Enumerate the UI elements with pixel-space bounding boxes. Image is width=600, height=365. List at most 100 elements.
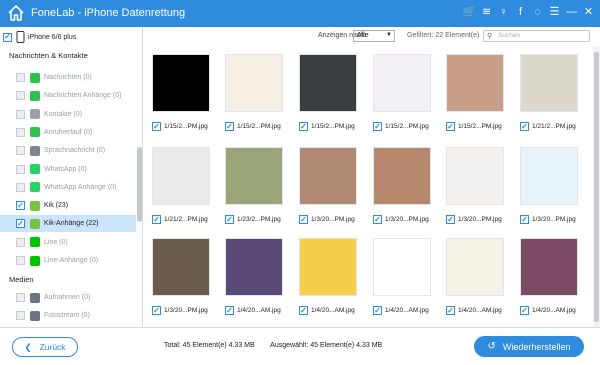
- file-checkbox[interactable]: ✓: [373, 215, 382, 224]
- file-checkbox[interactable]: ✓: [225, 306, 234, 315]
- menu-icon[interactable]: ☰: [549, 5, 560, 20]
- sidebar-item-checkbox[interactable]: [16, 164, 25, 174]
- file-thumbnail[interactable]: [373, 147, 431, 205]
- file-checkbox[interactable]: ✓: [152, 306, 161, 315]
- file-checkbox[interactable]: ✓: [299, 306, 308, 315]
- file-tile[interactable]: ✓ 1/4/20...AM.jpg: [295, 234, 357, 315]
- sidebar-item[interactable]: Sprachnachricht (0): [0, 142, 136, 159]
- sidebar-item[interactable]: Line-Anhänge (0): [0, 252, 136, 269]
- sidebar-item-checkbox[interactable]: ✓: [16, 201, 25, 211]
- file-tile[interactable]: ✓ 1/4/20...AM.jpg: [442, 234, 504, 315]
- sidebar-scrollbar[interactable]: [137, 147, 142, 222]
- file-thumbnail[interactable]: [520, 147, 578, 205]
- file-thumbnail[interactable]: [152, 147, 210, 205]
- restore-button[interactable]: ↺ Wiederherstellen: [474, 336, 584, 357]
- sidebar-item-checkbox[interactable]: [16, 311, 25, 320]
- file-tile[interactable]: ✓ 1/4/20...AM.jpg: [221, 234, 283, 315]
- sidebar-item-checkbox[interactable]: [16, 146, 25, 156]
- file-thumbnail[interactable]: [373, 54, 431, 112]
- file-checkbox[interactable]: ✓: [446, 122, 455, 131]
- file-thumbnail[interactable]: [373, 238, 431, 296]
- chevron-down-icon: ▼: [386, 32, 392, 38]
- file-thumbnail[interactable]: [520, 238, 578, 296]
- sidebar-item[interactable]: Nachrichten Anhänge (0): [0, 87, 136, 104]
- file-tile[interactable]: ✓ 1/15/2...PM.jpg: [295, 50, 357, 131]
- grid-scrollbar[interactable]: [593, 46, 600, 327]
- file-tile[interactable]: ✓ 1/21/2...PM.jpg: [516, 50, 578, 131]
- file-tile[interactable]: ✓ 1/3/20...PM.jpg: [442, 143, 504, 224]
- file-checkbox[interactable]: ✓: [520, 122, 529, 131]
- sidebar-item-checkbox[interactable]: [16, 127, 25, 137]
- file-thumbnail[interactable]: [225, 54, 283, 112]
- key-icon[interactable]: ♀: [498, 5, 509, 20]
- file-checkbox[interactable]: ✓: [373, 306, 382, 315]
- sidebar-item-checkbox[interactable]: ✓: [16, 219, 25, 229]
- device-checkbox[interactable]: ✓: [3, 32, 12, 42]
- file-checkbox[interactable]: ✓: [152, 215, 161, 224]
- sidebar-item[interactable]: Line (0): [0, 234, 136, 251]
- file-tile[interactable]: ✓ 1/3/20...PM.jpg: [369, 143, 431, 224]
- close-icon[interactable]: ✕: [583, 5, 594, 20]
- file-checkbox[interactable]: ✓: [446, 306, 455, 315]
- file-thumbnail[interactable]: [446, 54, 504, 112]
- sidebar-item-checkbox[interactable]: [16, 182, 25, 192]
- grid-scrollbar-thumb[interactable]: [594, 52, 599, 322]
- sidebar-item[interactable]: Aufnahmen (0): [0, 289, 136, 306]
- file-checkbox[interactable]: ✓: [373, 122, 382, 131]
- sidebar-item[interactable]: Anrufverlauf (0): [0, 124, 136, 141]
- file-checkbox[interactable]: ✓: [520, 215, 529, 224]
- wifi-icon[interactable]: ≋: [481, 5, 492, 20]
- sidebar-item[interactable]: WhatsApp (0): [0, 161, 136, 178]
- sidebar-item-checkbox[interactable]: [16, 237, 25, 247]
- sidebar-item-checkbox[interactable]: [16, 293, 25, 302]
- device-row[interactable]: ✓ iPhone 6/6 plus: [3, 29, 76, 45]
- file-thumbnail[interactable]: [299, 54, 357, 112]
- minimize-icon[interactable]: —: [566, 5, 577, 20]
- sidebar-item[interactable]: WhatsApp Anhänge (0): [0, 179, 136, 196]
- file-thumbnail[interactable]: [225, 147, 283, 205]
- file-tile[interactable]: ✓ 1/23/2...PM.jpg: [221, 143, 283, 224]
- file-thumbnail[interactable]: [446, 238, 504, 296]
- file-thumbnail[interactable]: [152, 54, 210, 112]
- file-thumbnail[interactable]: [225, 238, 283, 296]
- sidebar-item[interactable]: Kontakte (0): [0, 106, 136, 123]
- file-checkbox[interactable]: ✓: [299, 122, 308, 131]
- file-checkbox[interactable]: ✓: [446, 215, 455, 224]
- show-by-select[interactable]: Alle ▼: [353, 30, 395, 42]
- cart-icon[interactable]: 🛒: [463, 5, 477, 20]
- facebook-icon[interactable]: f: [515, 5, 526, 20]
- file-tile[interactable]: ✓ 1/15/2...PM.jpg: [369, 50, 431, 131]
- file-thumbnail[interactable]: [152, 238, 210, 296]
- sidebar-item[interactable]: ✓ Kik-Anhänge (22): [0, 215, 136, 233]
- home-icon[interactable]: [7, 4, 25, 22]
- sidebar-item[interactable]: Nachrichten (0): [0, 69, 136, 86]
- sidebar-item-checkbox[interactable]: [16, 73, 25, 82]
- back-button[interactable]: ❮ Zurück: [12, 337, 78, 357]
- file-thumbnail[interactable]: [299, 147, 357, 205]
- file-tile[interactable]: ✓ 1/15/2...PM.jpg: [221, 50, 283, 131]
- file-tile[interactable]: ✓ 1/15/2...PM.jpg: [442, 50, 504, 131]
- file-tile[interactable]: ✓ 1/3/20...PM.jpg: [148, 234, 210, 315]
- file-thumbnail[interactable]: [299, 238, 357, 296]
- file-checkbox[interactable]: ✓: [152, 122, 161, 131]
- file-tile[interactable]: ✓ 1/3/20...PM.jpg: [295, 143, 357, 224]
- file-tile[interactable]: ✓ 1/4/20...AM.jpg: [516, 234, 578, 315]
- sidebar-item-label: Kik-Anhänge (22): [44, 220, 99, 228]
- sidebar-item-checkbox[interactable]: [16, 91, 25, 101]
- file-tile[interactable]: ✓ 1/3/20...PM.jpg: [516, 143, 578, 224]
- file-tile[interactable]: ✓ 1/4/20...AM.jpg: [369, 234, 431, 315]
- file-thumbnail[interactable]: [446, 147, 504, 205]
- file-checkbox[interactable]: ✓: [225, 122, 234, 131]
- file-checkbox[interactable]: ✓: [520, 306, 529, 315]
- sidebar-item[interactable]: Fotostream (0): [0, 307, 136, 324]
- file-tile[interactable]: ✓ 1/15/2...PM.jpg: [148, 50, 210, 131]
- file-tile[interactable]: ✓ 1/21/2...PM.jpg: [148, 143, 210, 224]
- sidebar-item-checkbox[interactable]: [16, 109, 25, 119]
- search-input[interactable]: ⚲ Suchen: [483, 30, 590, 42]
- file-thumbnail[interactable]: [520, 54, 578, 112]
- file-checkbox[interactable]: ✓: [299, 215, 308, 224]
- chat-icon[interactable]: ◌: [532, 5, 543, 20]
- sidebar-item-checkbox[interactable]: [16, 256, 25, 265]
- file-checkbox[interactable]: ✓: [225, 215, 234, 224]
- sidebar-item[interactable]: ✓ Kik (23): [0, 197, 136, 214]
